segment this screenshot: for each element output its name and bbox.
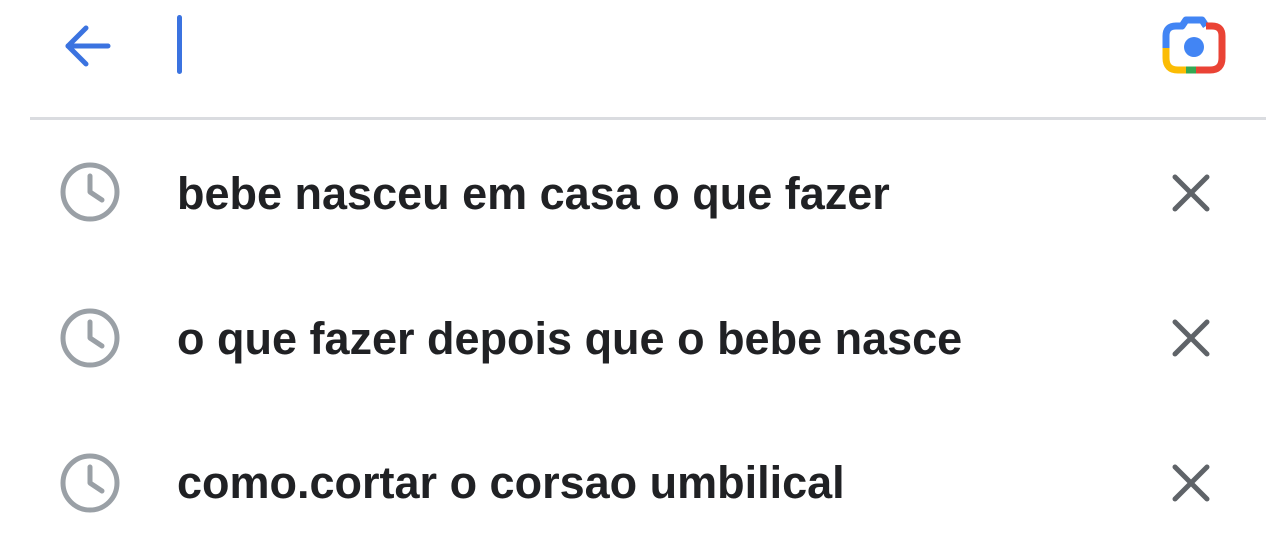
close-x-icon [1172,174,1210,212]
search-divider [30,117,1266,120]
close-x-icon [1172,464,1210,502]
remove-suggestion-button[interactable] [1158,160,1224,226]
search-input[interactable] [168,10,1132,84]
history-clock-icon [56,449,124,517]
google-lens-button[interactable] [1156,12,1232,80]
google-lens-camera-icon [1162,16,1226,74]
suggestion-text: bebe nasceu em casa o que fazer [177,168,890,219]
history-clock-icon [56,304,124,372]
search-bar [0,0,1284,118]
suggestion-text: o que fazer depois que o bebe nasce [177,313,963,364]
suggestion-text: como.cortar o corsao umbilical [177,457,845,508]
remove-suggestion-button[interactable] [1158,305,1224,371]
remove-suggestion-button[interactable] [1158,450,1224,516]
text-cursor [177,15,182,74]
close-x-icon [1172,319,1210,357]
arrow-back-icon [65,25,111,67]
back-button[interactable] [54,16,120,76]
history-clock-icon [56,158,124,226]
